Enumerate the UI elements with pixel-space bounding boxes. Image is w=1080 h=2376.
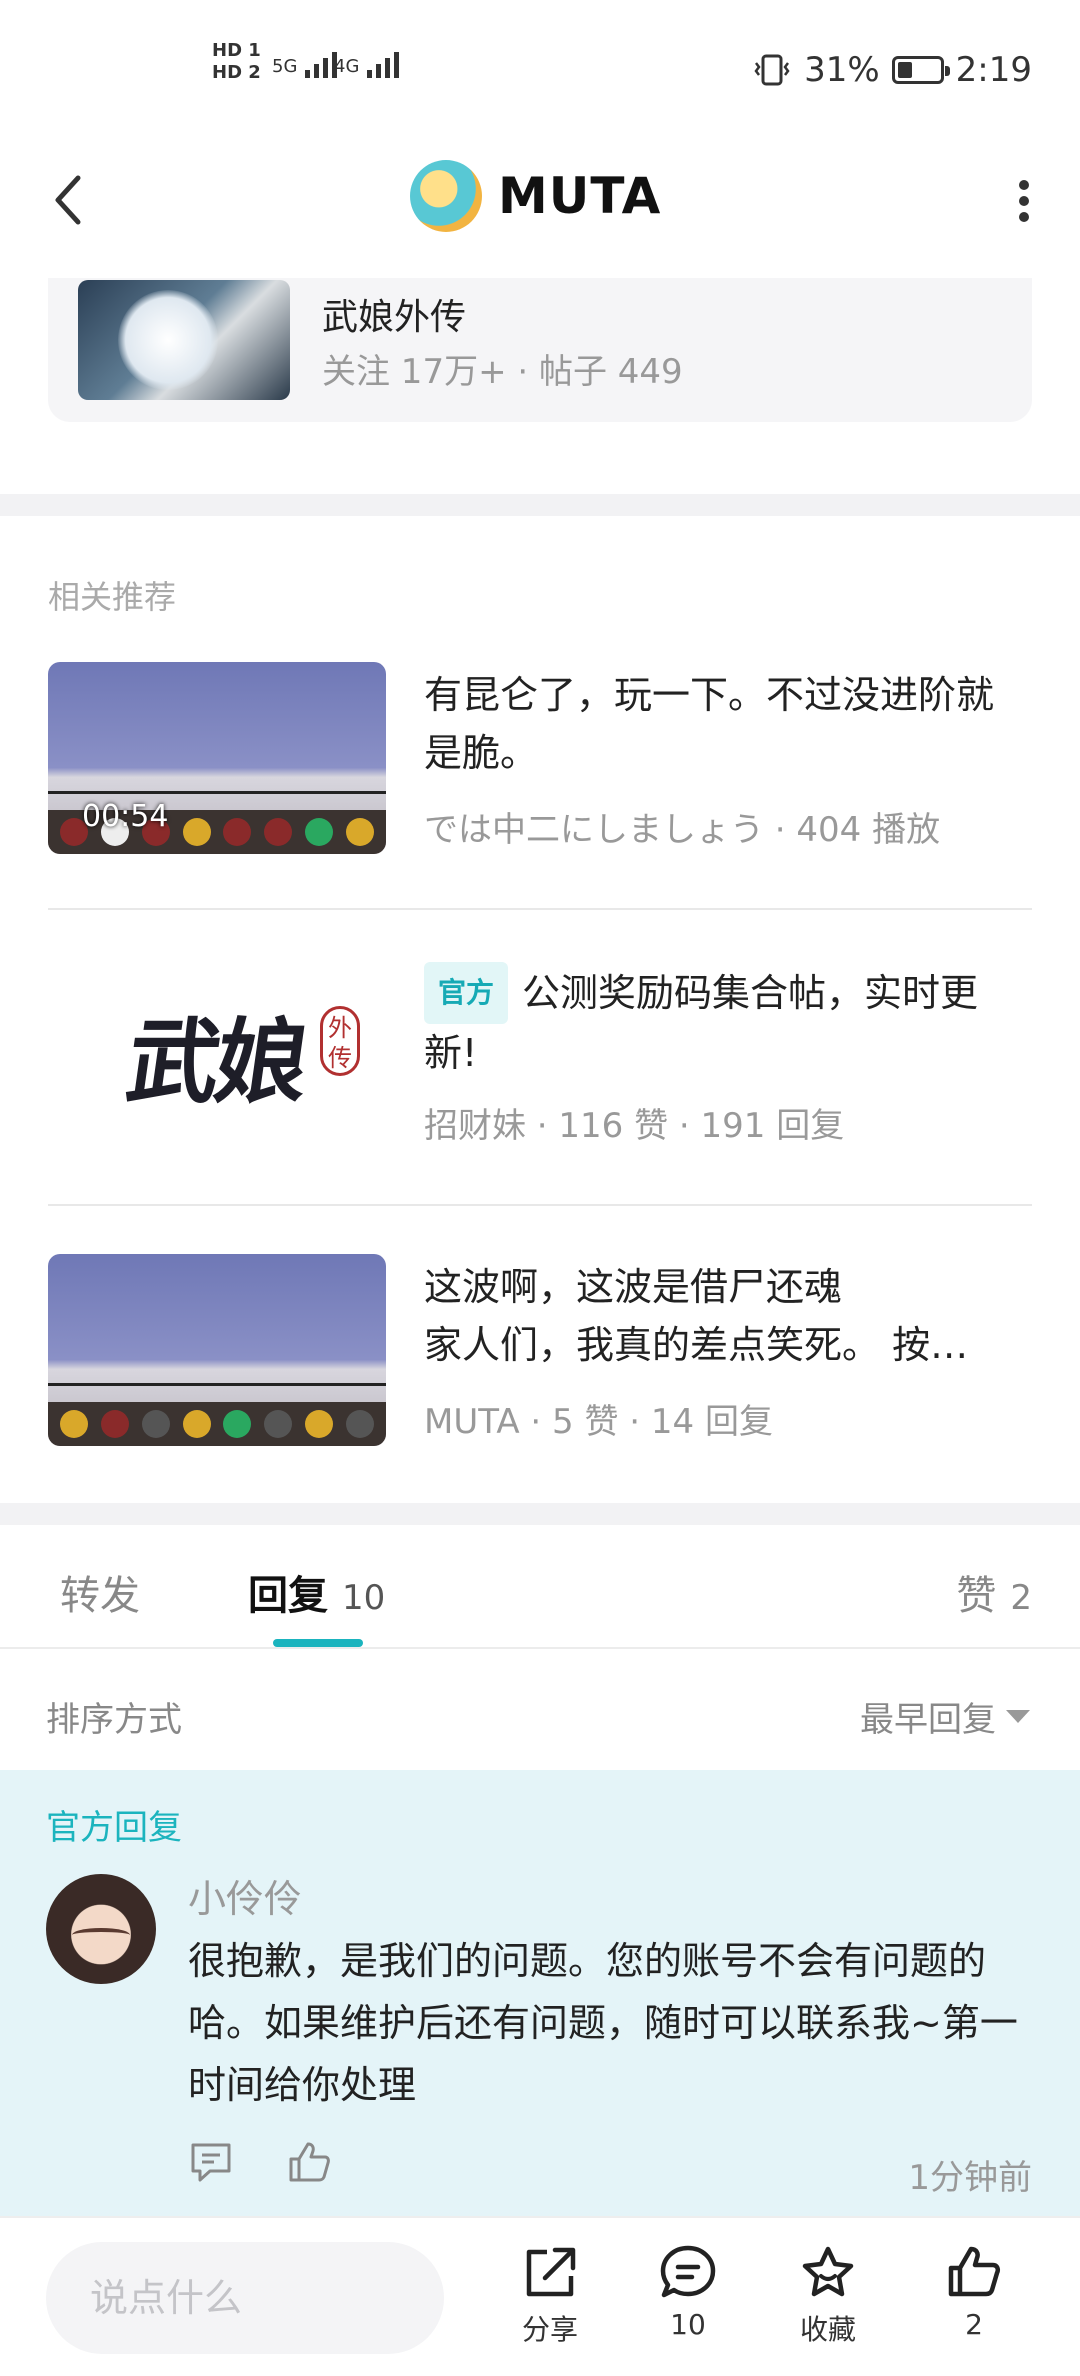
chevron-left-icon bbox=[55, 175, 81, 225]
video-thumbnail bbox=[48, 1254, 386, 1446]
top-nav: MUTA bbox=[0, 130, 1080, 260]
hd-indicator: HD 1 HD 2 bbox=[212, 40, 261, 84]
tab-forward[interactable]: 转发 bbox=[60, 1563, 140, 1621]
recommend-heading: 相关推荐 bbox=[48, 578, 177, 616]
share-label: 分享 bbox=[521, 2313, 578, 2346]
sort-value: 最早回复 bbox=[860, 1700, 996, 1740]
net1-label: 5G bbox=[272, 56, 298, 77]
forum-thumbnail bbox=[78, 280, 290, 400]
official-tag: 官方 bbox=[424, 962, 509, 1024]
thumb-line bbox=[48, 791, 386, 794]
avatar[interactable] bbox=[46, 1874, 156, 1984]
list-divider bbox=[48, 908, 1032, 910]
share-icon bbox=[526, 2247, 576, 2297]
tab-bar: 转发 回复 10 赞2 bbox=[0, 1525, 1080, 1649]
battery-icon bbox=[891, 56, 950, 84]
reply-username[interactable]: 小伶伶 bbox=[188, 1868, 302, 1923]
game-logo-seal: 外传 bbox=[320, 1006, 360, 1076]
comment-input[interactable] bbox=[46, 2242, 444, 2354]
app-logo bbox=[410, 160, 482, 232]
favorite-button[interactable]: 收藏 bbox=[768, 2244, 888, 2364]
net2-label: 4G bbox=[334, 56, 360, 77]
vibrate-icon bbox=[754, 54, 790, 86]
sort-bar: 排序方式 最早回复 bbox=[0, 1650, 1080, 1770]
official-reply-heading: 官方回复 bbox=[46, 1808, 182, 1848]
battery-fill bbox=[897, 62, 912, 78]
reply-actions bbox=[188, 2140, 332, 2184]
reply-time: 1分钟前 bbox=[908, 2158, 1032, 2198]
recommend-item[interactable]: 武娘 外传 官方 公测奖励码集合帖，实时更新! 招财妹 · 116 赞 · 191… bbox=[48, 958, 1032, 1150]
tab-forward-label: 转发 bbox=[60, 1573, 140, 1619]
thumbs-up-icon bbox=[948, 2246, 1001, 2297]
thumbs-up-icon[interactable] bbox=[286, 2140, 332, 2184]
more-dot-icon bbox=[1019, 180, 1029, 190]
active-tab-indicator bbox=[273, 1639, 363, 1647]
like-button[interactable]: 2 bbox=[914, 2244, 1034, 2364]
recommend-title: 有昆仑了，玩一下。不过没进阶就是脆。 bbox=[424, 673, 995, 775]
reply-text: 很抱歉，是我们的问题。您的账号不会有问题的哈。如果维护后还有问题，随时可以联系我… bbox=[188, 1939, 1018, 2107]
network-4g: 4G bbox=[334, 50, 409, 78]
clock: 2:19 bbox=[955, 50, 1032, 90]
moon-art bbox=[118, 290, 218, 390]
signal-icon-2 bbox=[367, 52, 400, 78]
recommend-meta: 招财妹 · 116 赞 · 191 回复 bbox=[424, 1106, 845, 1146]
forum-card[interactable]: 武娘外传 关注 17万+ · 帖子 449 bbox=[48, 278, 1032, 422]
video-duration: 00:54 bbox=[82, 799, 169, 834]
tab-like[interactable]: 赞2 bbox=[956, 1563, 1032, 1621]
brand: MUTA bbox=[410, 158, 661, 234]
caret-down-icon bbox=[1006, 1710, 1030, 1723]
recommend-meta: では中二にしましょう · 404 播放 bbox=[424, 810, 941, 850]
status-bar: HD 1 HD 2 5G 4G 31% 2:19 bbox=[0, 0, 1080, 130]
tab-reply-count: 10 bbox=[342, 1578, 386, 1618]
more-dot-icon bbox=[1019, 196, 1029, 206]
comments-button[interactable]: 10 bbox=[628, 2244, 748, 2364]
recommend-item[interactable]: 00:54 有昆仑了，玩一下。不过没进阶就是脆。 では中二にしましょう · 40… bbox=[48, 662, 1032, 854]
recommend-title: 这波啊，这波是借尸还魂 家人们，我真的差点笑死。 按… bbox=[424, 1265, 969, 1367]
section-divider bbox=[0, 494, 1080, 516]
game-logo-text: 武娘 bbox=[120, 1007, 312, 1116]
hd1-label: HD 1 bbox=[212, 40, 261, 61]
bottom-bar: 分享 10 收藏 2 bbox=[0, 2216, 1080, 2376]
sort-dropdown[interactable]: 最早回复 bbox=[860, 1692, 1030, 1741]
thumb-skill-bar bbox=[48, 1402, 386, 1446]
recommend-title: 官方 公测奖励码集合帖，实时更新! bbox=[424, 962, 1024, 1082]
hd2-label: HD 2 bbox=[212, 62, 261, 83]
battery-percent: 31% bbox=[804, 50, 880, 90]
likes-count: 2 bbox=[965, 2308, 983, 2341]
comment-bubble-icon bbox=[660, 2245, 716, 2298]
section-divider bbox=[0, 1503, 1080, 1525]
forum-title: 武娘外传 bbox=[322, 297, 467, 338]
favorite-label: 收藏 bbox=[799, 2313, 856, 2346]
more-dot-icon bbox=[1019, 212, 1029, 222]
sort-label: 排序方式 bbox=[46, 1700, 182, 1740]
comment-icon[interactable] bbox=[188, 2140, 234, 2184]
thumb-line bbox=[48, 1383, 386, 1386]
tab-reply-label: 回复 bbox=[248, 1573, 328, 1619]
recommend-item[interactable]: 这波啊，这波是借尸还魂 家人们，我真的差点笑死。 按… MUTA · 5 赞 ·… bbox=[48, 1254, 1032, 1446]
star-icon bbox=[802, 2246, 854, 2297]
tab-reply[interactable]: 回复 10 bbox=[248, 1563, 385, 1621]
video-thumbnail: 00:54 bbox=[48, 662, 386, 854]
share-button[interactable]: 分享 bbox=[490, 2244, 610, 2364]
comments-count: 10 bbox=[670, 2308, 706, 2341]
app-name: MUTA bbox=[498, 167, 662, 225]
back-button[interactable] bbox=[44, 170, 94, 230]
game-logo-thumbnail: 武娘 外传 bbox=[48, 958, 386, 1150]
list-divider bbox=[48, 1204, 1032, 1206]
recommend-meta: MUTA · 5 赞 · 14 回复 bbox=[424, 1402, 773, 1442]
tab-like-count: 2 bbox=[1010, 1578, 1032, 1618]
more-menu-button[interactable] bbox=[1018, 180, 1030, 222]
official-reply: 官方回复 小伶伶 很抱歉，是我们的问题。您的账号不会有问题的哈。如果维护后还有问… bbox=[0, 1770, 1080, 2216]
tab-like-label: 赞 bbox=[956, 1573, 997, 1619]
status-right: 31% 2:19 bbox=[752, 48, 1032, 92]
forum-meta: 关注 17万+ · 帖子 449 bbox=[322, 352, 683, 392]
